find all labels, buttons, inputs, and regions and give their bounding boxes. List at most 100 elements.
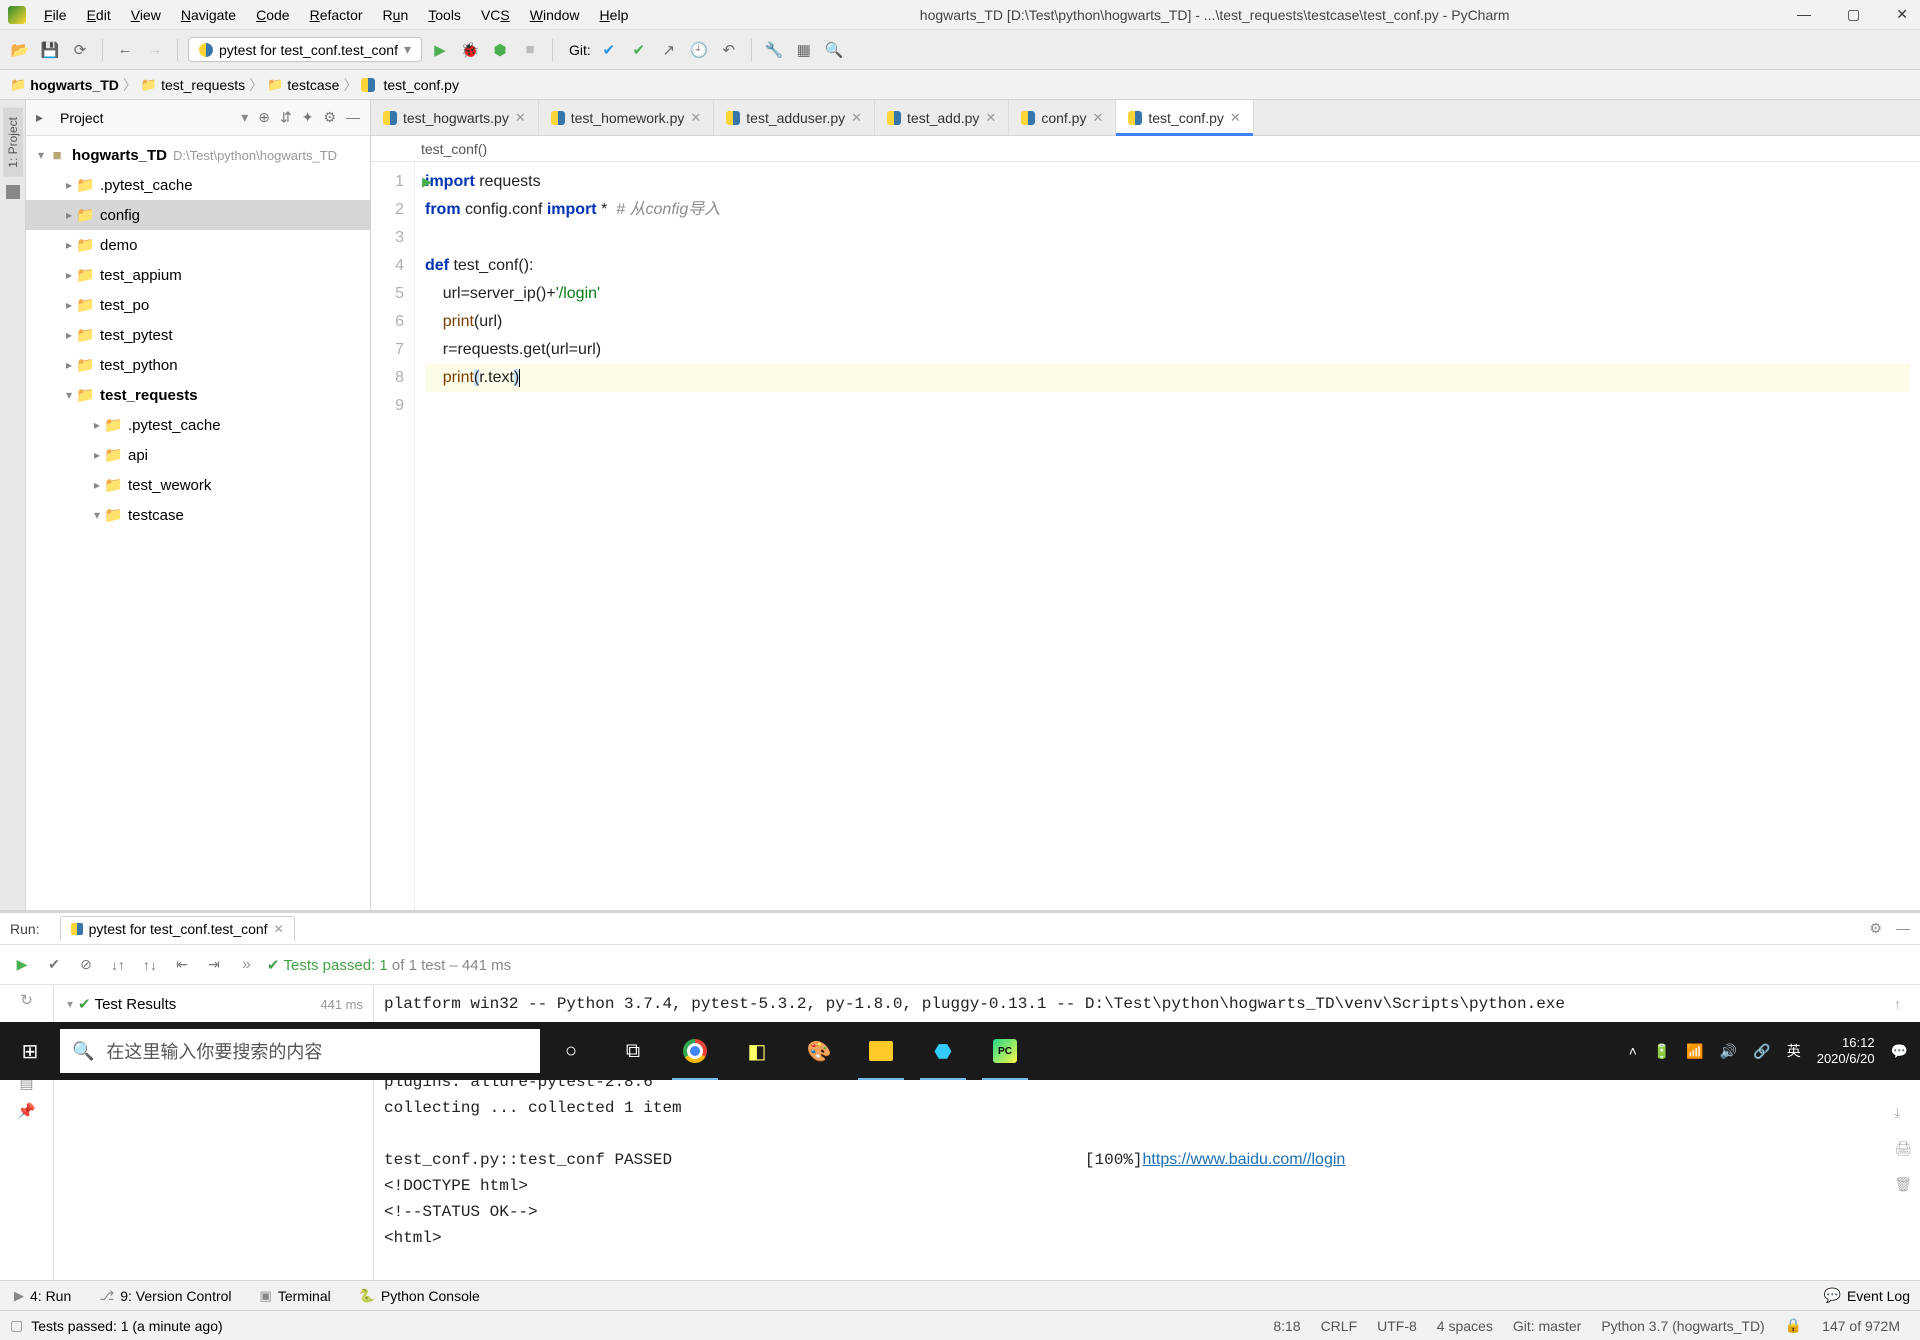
editor-tab[interactable]: test_add.py✕ (875, 100, 1009, 135)
tree-row[interactable]: ▸📁.pytest_cache (26, 410, 370, 440)
sync-icon[interactable]: ⟳ (68, 38, 92, 62)
toggle-auto-button[interactable]: ✔ (40, 951, 68, 979)
back-icon[interactable]: ← (113, 38, 137, 62)
taskbar-search[interactable]: 🔍 在这里输入你要搜索的内容 (60, 1029, 540, 1073)
sort-up-button[interactable]: ↓↑ (104, 951, 132, 979)
task-view-icon[interactable]: ⧉ (602, 1022, 664, 1080)
editor-tab[interactable]: conf.py✕ (1009, 100, 1116, 135)
battery-icon[interactable]: 🔋 (1653, 1043, 1670, 1060)
editor-tab[interactable]: test_adduser.py✕ (714, 100, 875, 135)
revert-icon[interactable]: ↶ (717, 38, 741, 62)
minimize-button[interactable]: ― (1793, 6, 1815, 23)
status-icon[interactable]: ▢ (10, 1317, 23, 1334)
tree-row[interactable]: ▸📁api (26, 440, 370, 470)
python-interpreter[interactable]: Python 3.7 (hogwarts_TD) (1591, 1318, 1774, 1334)
file-encoding[interactable]: UTF-8 (1367, 1318, 1427, 1334)
tree-arrow-icon[interactable]: ▸ (90, 448, 104, 462)
test-tree-row[interactable]: ▾✔Test Results441 ms (54, 989, 373, 1019)
tree-arrow-icon[interactable]: ▸ (90, 418, 104, 432)
project-tree[interactable]: ▾■hogwarts_TDD:\Test\python\hogwarts_TD▸… (26, 136, 370, 910)
bottom-tab-eventlog[interactable]: Event Log (1847, 1288, 1910, 1304)
tree-arrow-icon[interactable]: ▾ (62, 388, 76, 402)
close-icon[interactable]: ✕ (515, 110, 526, 126)
forward-icon[interactable]: → (143, 38, 167, 62)
close-button[interactable]: ✕ (1892, 6, 1912, 23)
stop-button[interactable]: ⊘ (72, 951, 100, 979)
tree-row[interactable]: ▸📁test_wework (26, 470, 370, 500)
debug-button[interactable]: 🐞 (458, 38, 482, 62)
sort-down-button[interactable]: ↑↓ (136, 951, 164, 979)
link-icon[interactable]: 🔗 (1753, 1043, 1770, 1060)
save-icon[interactable]: 💾 (38, 38, 62, 62)
expand-all-button[interactable]: ⇤ (168, 951, 196, 979)
structure-tool-tab[interactable] (6, 185, 20, 199)
collapse-icon[interactable]: ▸ (36, 109, 50, 126)
file-explorer-icon[interactable] (850, 1022, 912, 1080)
menu-run[interactable]: Run (375, 3, 417, 27)
push-icon[interactable]: ↗ (657, 38, 681, 62)
update-icon[interactable]: ✔ (597, 38, 621, 62)
bottom-tab-vcs[interactable]: ⎇9: Version Control (85, 1281, 245, 1310)
menu-file[interactable]: File (36, 3, 75, 27)
tree-arrow-icon[interactable]: ▸ (62, 208, 76, 222)
project-tool-tab[interactable]: 1: Project (3, 108, 23, 177)
run-config-dropdown[interactable]: pytest for test_conf.test_conf ▾ (188, 37, 422, 62)
editor-tab[interactable]: test_homework.py✕ (539, 100, 715, 135)
tree-arrow-icon[interactable]: ▸ (62, 268, 76, 282)
close-icon[interactable]: ✕ (690, 110, 701, 126)
gear-icon[interactable]: ✦ (302, 109, 314, 126)
tree-row[interactable]: ▾📁testcase (26, 500, 370, 530)
up-icon[interactable]: ↑ (1894, 991, 1912, 1017)
close-icon[interactable]: ✕ (851, 110, 862, 126)
ide-scripting-icon[interactable]: ▦ (792, 38, 816, 62)
pycharm-taskbar-icon[interactable]: PC (974, 1022, 1036, 1080)
clear-icon[interactable]: 🗑 (1894, 1171, 1912, 1197)
tree-arrow-icon[interactable]: ▾ (34, 148, 48, 162)
tree-arrow-icon[interactable]: ▾ (90, 508, 104, 522)
history-icon[interactable]: 🕘 (687, 38, 711, 62)
ime-indicator[interactable]: 英 (1787, 1041, 1801, 1061)
collapse-all-button[interactable]: ⇥ (200, 951, 228, 979)
app-icon-1[interactable]: ◧ (726, 1022, 788, 1080)
pin-icon[interactable]: 📌 (17, 1102, 36, 1120)
search-everywhere-icon[interactable]: 🔍 (822, 38, 846, 62)
settings-icon[interactable]: 🔧 (762, 38, 786, 62)
menu-edit[interactable]: Edit (79, 3, 119, 27)
bottom-tab-python-console[interactable]: 🐍Python Console (345, 1281, 494, 1310)
paint-icon[interactable]: 🎨 (788, 1022, 850, 1080)
settings-icon[interactable]: ⚙ (323, 109, 336, 126)
tree-arrow-icon[interactable]: ▸ (62, 238, 76, 252)
close-icon[interactable]: ✕ (1092, 110, 1103, 126)
maximize-button[interactable]: ▢ (1843, 6, 1864, 23)
tray-chevron-icon[interactable]: ˄ (1629, 1043, 1637, 1059)
rerun-failed-icon[interactable]: ↻ (20, 991, 33, 1009)
hide-icon[interactable]: — (1896, 920, 1910, 937)
bottom-tab-terminal[interactable]: ▣Terminal (246, 1281, 345, 1310)
close-icon[interactable]: ✕ (1230, 110, 1241, 126)
tree-arrow-icon[interactable]: ▸ (62, 298, 76, 312)
breadcrumb-item[interactable]: test_requests (161, 77, 245, 93)
tree-row[interactable]: ▸📁test_appium (26, 260, 370, 290)
indent-setting[interactable]: 4 spaces (1427, 1318, 1503, 1334)
breadcrumb-file[interactable]: test_conf.py (383, 77, 459, 93)
tree-row[interactable]: ▸📁config (26, 200, 370, 230)
gear-icon[interactable]: ⚙ (1869, 920, 1882, 937)
open-icon[interactable]: 📂 (8, 38, 32, 62)
tree-row[interactable]: ▸📁test_po (26, 290, 370, 320)
git-branch[interactable]: Git: master (1503, 1318, 1591, 1334)
scroll-end-icon[interactable]: ⤓ (1894, 1099, 1912, 1125)
locate-icon[interactable]: ⊕ (258, 109, 270, 126)
cortana-icon[interactable]: ○ (540, 1022, 602, 1080)
notification-icon[interactable]: 💬 (1891, 1043, 1908, 1060)
tree-row[interactable]: ▸📁demo (26, 230, 370, 260)
rerun-button[interactable]: ▶ (8, 951, 36, 979)
expand-icon[interactable]: ⇵ (280, 109, 292, 126)
tree-arrow-icon[interactable]: ▸ (90, 478, 104, 492)
coverage-button[interactable]: ⬢ (488, 38, 512, 62)
breadcrumb-item[interactable]: testcase (287, 77, 339, 93)
run-gutter-icon[interactable]: ▶ (417, 168, 437, 196)
tree-row[interactable]: ▸📁test_pytest (26, 320, 370, 350)
tree-arrow-icon[interactable]: ▾ (62, 997, 78, 1011)
editor-tab[interactable]: test_hogwarts.py✕ (371, 100, 539, 135)
menu-window[interactable]: Window (522, 3, 588, 27)
